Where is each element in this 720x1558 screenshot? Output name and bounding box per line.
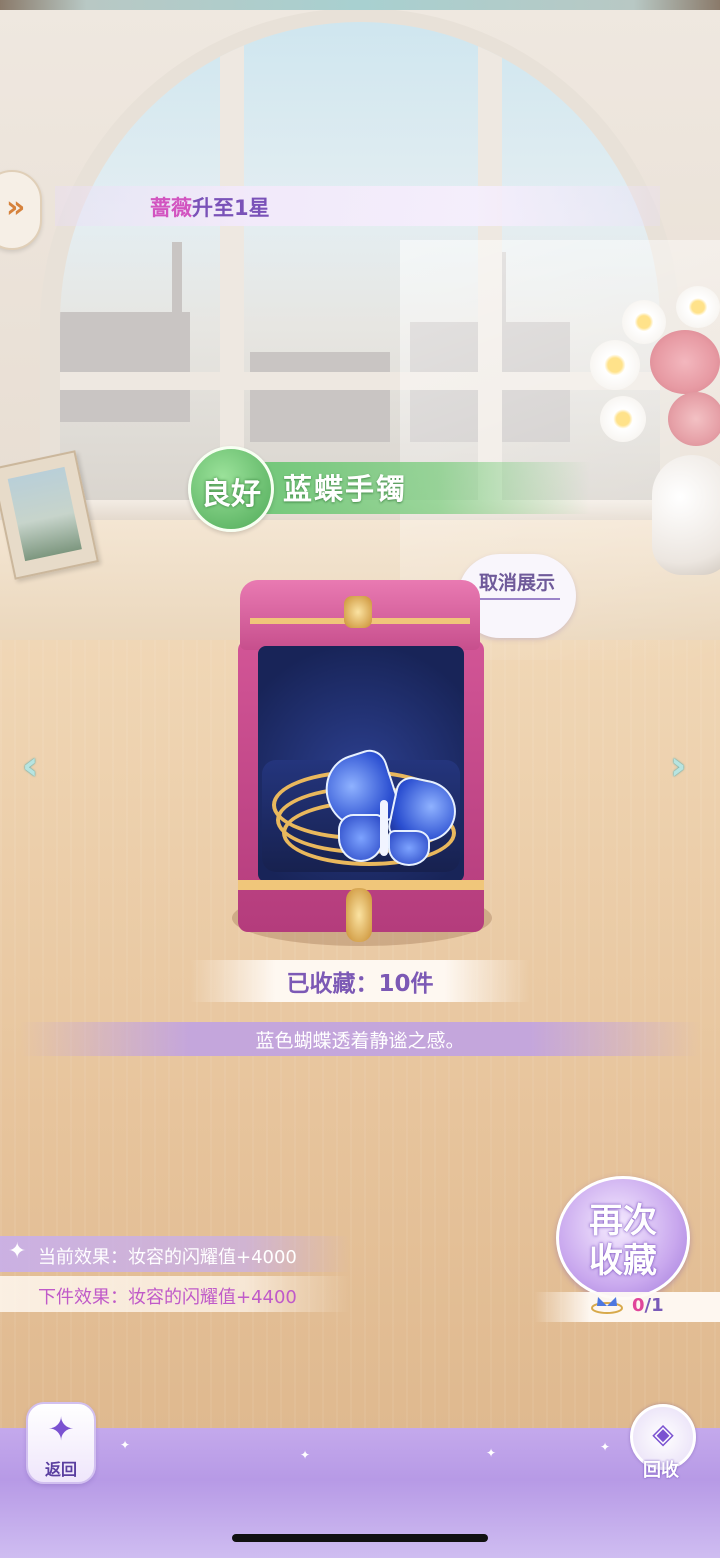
butterfly-bracelet-icon-graphic xyxy=(591,1297,623,1314)
butterfly-body xyxy=(380,800,388,856)
white-flower xyxy=(676,286,720,328)
distant-building xyxy=(60,312,190,422)
butterfly-bracelet-icon xyxy=(590,1294,624,1321)
recycle-label: 回收 xyxy=(643,1460,679,1481)
cancel-display-underline xyxy=(474,598,560,600)
sparkle-decoration: ✦ xyxy=(300,1448,311,1462)
sparkle-icon: ✦ xyxy=(8,1239,27,1264)
required-count: /1 xyxy=(644,1295,664,1316)
white-flower xyxy=(600,396,646,442)
sparkle-decoration: ✦ xyxy=(120,1438,131,1452)
back-label: 返回 xyxy=(44,1460,77,1479)
double-chevron-right-icon: » xyxy=(6,190,26,225)
pink-rose xyxy=(650,330,720,394)
pink-rose xyxy=(668,392,720,446)
next-item-button[interactable]: › xyxy=(670,746,686,786)
grade-badge: 良好 xyxy=(188,446,274,532)
current-effect-text: 当前效果：妆容的闪耀值+4000 xyxy=(38,1247,297,1268)
grade-label: 良好 xyxy=(201,477,261,512)
distant-building xyxy=(250,352,390,442)
item-name: 蓝蝶手镯 xyxy=(283,472,408,506)
gold-ornament xyxy=(344,596,372,628)
notification-banner xyxy=(55,186,660,226)
white-flower xyxy=(622,300,666,344)
expand-panel-button[interactable]: » xyxy=(0,170,42,250)
butterfly-wing xyxy=(388,830,430,866)
previous-item-button[interactable]: ‹ xyxy=(22,746,38,786)
collect-cost-banner xyxy=(534,1292,720,1322)
collected-count: 已收藏：10件 xyxy=(286,971,434,997)
collect-cost-count: 0/1 xyxy=(632,1295,664,1316)
top-edge-strip xyxy=(0,0,720,10)
notification-message: 升至1星 xyxy=(192,196,270,220)
distant-spire xyxy=(172,242,182,332)
butterfly-wing xyxy=(338,814,384,862)
notification-text: 蔷薇升至1星 xyxy=(150,192,270,222)
landscape-picture xyxy=(7,466,82,562)
back-arrow-icon: ✦ xyxy=(47,1410,75,1448)
flower-vase xyxy=(652,455,720,575)
owned-count: 0 xyxy=(632,1295,645,1316)
sparkle-decoration: ✦ xyxy=(600,1440,611,1454)
next-effect-text: 下件效果：妆容的闪耀值+4400 xyxy=(38,1287,297,1308)
collect-again-button[interactable]: 再次 收藏 xyxy=(556,1176,690,1300)
home-indicator xyxy=(232,1534,488,1542)
chevron-right-icon: › xyxy=(670,743,687,789)
chevron-left-icon: ‹ xyxy=(22,743,39,789)
collect-again-label-line2: 收藏 xyxy=(589,1241,657,1281)
window-mullion xyxy=(220,22,244,512)
notification-character-name: 蔷薇 xyxy=(150,196,192,220)
recycle-icon: ◈ xyxy=(652,1417,674,1450)
white-flower xyxy=(590,340,640,390)
sparkle-decoration: ✦ xyxy=(486,1446,497,1460)
gold-clasp xyxy=(346,888,372,942)
item-description: 蓝色蝴蝶透着静谧之感。 xyxy=(255,1030,465,1052)
